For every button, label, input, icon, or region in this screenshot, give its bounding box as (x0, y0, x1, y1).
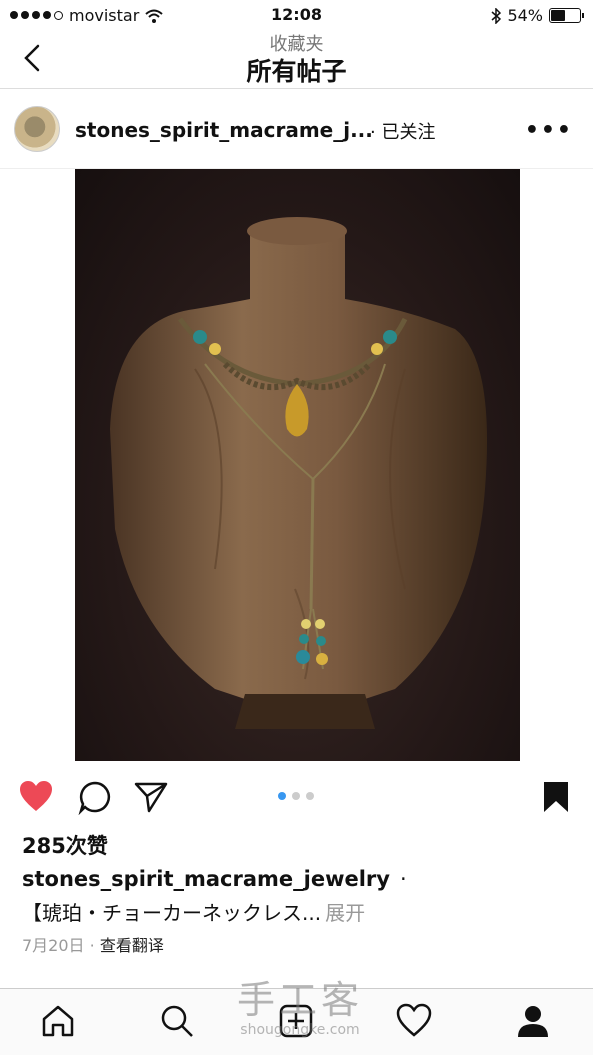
post-photo[interactable] (75, 169, 520, 761)
post-date: 7月20日 (22, 936, 85, 955)
home-icon[interactable] (38, 1001, 78, 1041)
page-title: 所有帖子 (246, 57, 347, 86)
post-username[interactable]: stones_spirit_macrame_j... (75, 118, 373, 142)
like-count[interactable]: 285次赞 (22, 830, 108, 860)
carousel-dot (306, 792, 314, 800)
comment-icon[interactable] (77, 779, 113, 815)
battery-percent: 54% (507, 6, 543, 25)
caption-text: 【琥珀・チョーカーネックレス... (22, 901, 322, 925)
carousel-dot (278, 792, 286, 800)
caption-username-text[interactable]: stones_spirit_macrame_jewelry (22, 867, 390, 891)
bluetooth-icon (491, 7, 502, 24)
status-bar: movistar 12:08 54% (0, 0, 593, 30)
search-icon[interactable] (157, 1001, 197, 1041)
navigation-bar: 收藏夹 所有帖子 (0, 28, 593, 89)
post-header: stones_spirit_macrame_j... · 已关注 ••• (0, 88, 593, 169)
activity-icon[interactable] (394, 1001, 434, 1041)
carousel-indicator (278, 792, 314, 800)
caption: 【琥珀・チョーカーネックレス... 展开 (22, 897, 365, 926)
heart-icon[interactable] (18, 779, 54, 815)
post-actions (0, 775, 593, 819)
post-meta: 7月20日 · 查看翻译 (22, 932, 164, 956)
meta-separator: · (84, 936, 100, 955)
tab-bar (0, 988, 593, 1055)
bookmark-icon[interactable] (538, 779, 574, 815)
necklace-bust-image (110, 217, 487, 729)
battery-icon (549, 8, 584, 23)
expand-caption-link[interactable]: 展开 (325, 901, 365, 925)
send-icon[interactable] (133, 779, 169, 815)
carousel-dot (292, 792, 300, 800)
avatar[interactable] (14, 106, 60, 152)
more-options-icon[interactable]: ••• (525, 118, 573, 143)
add-icon[interactable] (276, 1001, 316, 1041)
translate-link[interactable]: 查看翻译 (100, 936, 164, 955)
caption-separator: · (399, 867, 407, 891)
follow-status[interactable]: · 已关注 (370, 118, 435, 144)
caption-username[interactable]: stones_spirit_macrame_jewelry · (22, 867, 407, 891)
profile-icon[interactable] (513, 1001, 553, 1041)
